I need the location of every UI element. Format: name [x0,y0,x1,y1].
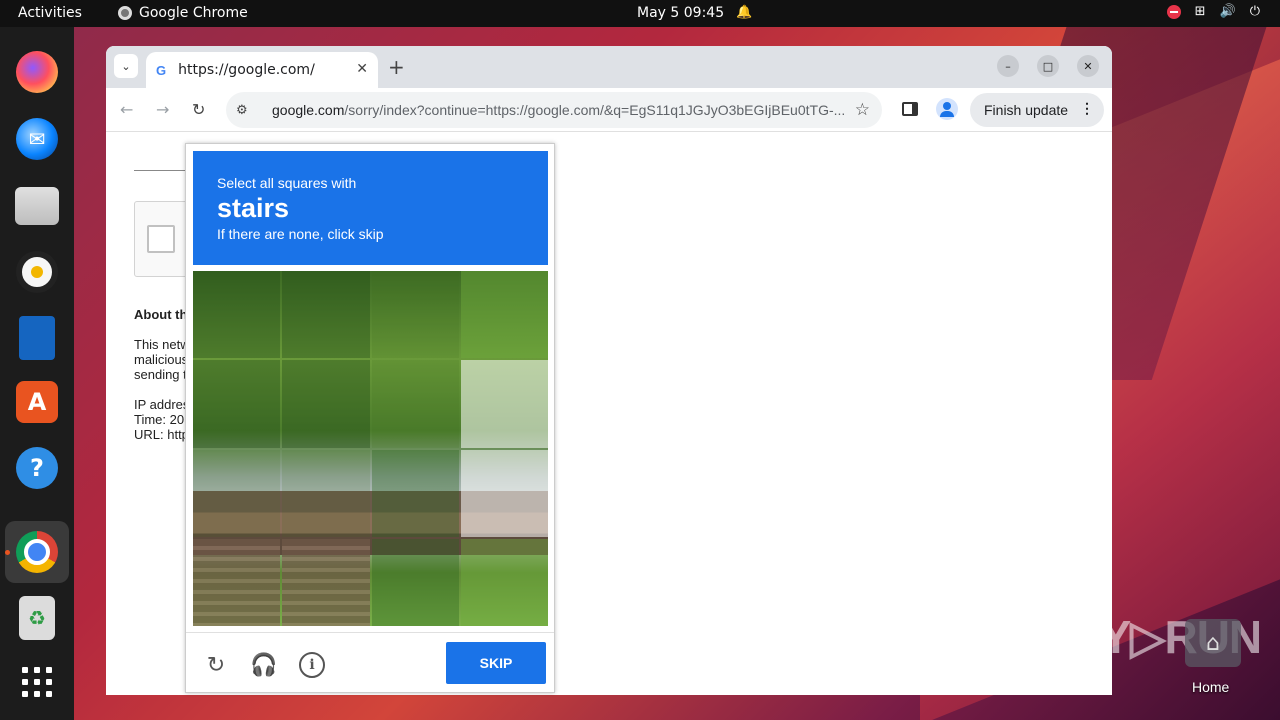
dock-thunderbird[interactable]: ✉ [12,114,62,164]
help-icon: ? [16,447,58,489]
challenge-image-grid [193,271,548,626]
grid-tile[interactable] [371,449,459,537]
app-menu[interactable]: Google Chrome [118,5,248,21]
grid-tile[interactable] [371,271,459,359]
show-apps-button[interactable] [12,657,62,707]
writer-icon [19,316,55,360]
home-label: Home [1192,679,1230,695]
top-bar: Activities Google Chrome May 5 09:45 🔔 ⊞… [0,0,1280,27]
grid-tile[interactable] [193,538,281,626]
grid-tile[interactable] [193,449,281,537]
grid-tile[interactable] [282,538,370,626]
audio-challenge-icon[interactable]: 🎧 [250,652,277,678]
chrome-icon [118,6,132,20]
volume-icon: 🔊 [1219,4,1236,19]
reload-button[interactable]: ↻ [192,100,205,119]
thunderbird-icon: ✉ [16,118,58,160]
new-tab-button[interactable]: + [388,55,405,79]
files-icon [15,187,59,225]
grid-tile[interactable] [371,538,459,626]
about-heading: About th [134,307,188,322]
grid-tile[interactable] [193,271,281,359]
url-text[interactable]: google.com/sorry/index?continue=https://… [272,102,858,118]
grid-tile[interactable] [282,449,370,537]
skip-button[interactable]: SKIP [446,642,546,684]
back-button[interactable]: ← [120,100,133,119]
dock-app-center[interactable]: A [12,377,62,427]
trash-icon: ♻ [19,596,55,640]
footer-divider [186,632,554,633]
activities-button[interactable]: Activities [18,5,82,21]
grid-tile[interactable] [193,360,281,448]
challenge-hint: If there are none, click skip [217,226,384,242]
challenge-keyword: stairs [217,193,290,223]
tab-strip: ⌄ G https://google.com/ ✕ + – □ ✕ [106,46,1112,88]
menu-dots-icon: ⋮ [1080,100,1094,116]
site-info-icon[interactable]: ⚙ [236,103,258,118]
reload-challenge-icon[interactable]: ↻ [203,652,229,678]
do-not-disturb-icon [1166,4,1181,19]
grid-tile[interactable] [460,449,548,537]
forward-button[interactable]: → [156,100,169,119]
profile-avatar-icon[interactable] [936,98,958,120]
dock: ✉ A ? ♻ [0,27,74,720]
finish-update-button[interactable]: Finish update ⋮ [970,93,1104,127]
bookmark-star-icon[interactable]: ☆ [855,100,870,120]
grid-tile[interactable] [371,360,459,448]
grid-tile[interactable] [282,271,370,359]
google-favicon-icon: G [156,62,167,78]
grid-tile[interactable] [460,538,548,626]
dock-files[interactable] [12,181,62,231]
minimize-button[interactable]: – [997,55,1019,77]
notification-bell-icon: 🔔 [736,5,753,20]
home-folder-icon[interactable]: ⌂ [1185,619,1241,667]
recaptcha-challenge: Select all squares with stairs If there … [185,143,555,693]
app-center-icon: A [16,381,58,423]
app-grid-icon [22,667,52,697]
grid-tile[interactable] [282,360,370,448]
challenge-instruction: Select all squares with [217,175,357,191]
rhythmbox-icon [16,251,58,293]
firefox-icon [16,51,58,93]
info-icon[interactable]: i [299,652,325,678]
recaptcha-checkbox[interactable] [147,225,175,253]
system-tray[interactable]: ⊞ 🔊 ⏻ [1166,4,1260,19]
maximize-button[interactable]: □ [1037,55,1059,77]
dock-help[interactable]: ? [12,443,62,493]
clock[interactable]: May 5 09:45 [637,5,724,21]
address-bar[interactable]: ⚙ google.com/sorry/index?continue=https:… [226,92,882,128]
close-window-button[interactable]: ✕ [1077,55,1099,77]
grid-tile[interactable] [460,360,548,448]
chrome-icon [16,531,58,573]
network-icon: ⊞ [1194,4,1206,19]
browser-toolbar: ← → ↻ ⚙ google.com/sorry/index?continue=… [106,88,1112,132]
challenge-header: Select all squares with stairs If there … [193,151,548,265]
side-panel-icon[interactable] [902,102,918,116]
dock-firefox[interactable] [12,47,62,97]
grid-tile[interactable] [460,271,548,359]
app-name: Google Chrome [139,5,248,21]
dock-writer[interactable] [12,313,62,363]
running-indicator [5,550,10,555]
tab-search-button[interactable]: ⌄ [114,54,138,78]
tab-close-icon[interactable]: ✕ [356,61,368,77]
tab-google[interactable]: G https://google.com/ ✕ [146,52,378,88]
dock-chrome[interactable] [5,521,69,583]
tab-title: https://google.com/ [178,62,315,78]
dock-rhythmbox[interactable] [12,247,62,297]
power-icon: ⏻ [1249,4,1260,19]
dock-trash[interactable]: ♻ [12,593,62,643]
